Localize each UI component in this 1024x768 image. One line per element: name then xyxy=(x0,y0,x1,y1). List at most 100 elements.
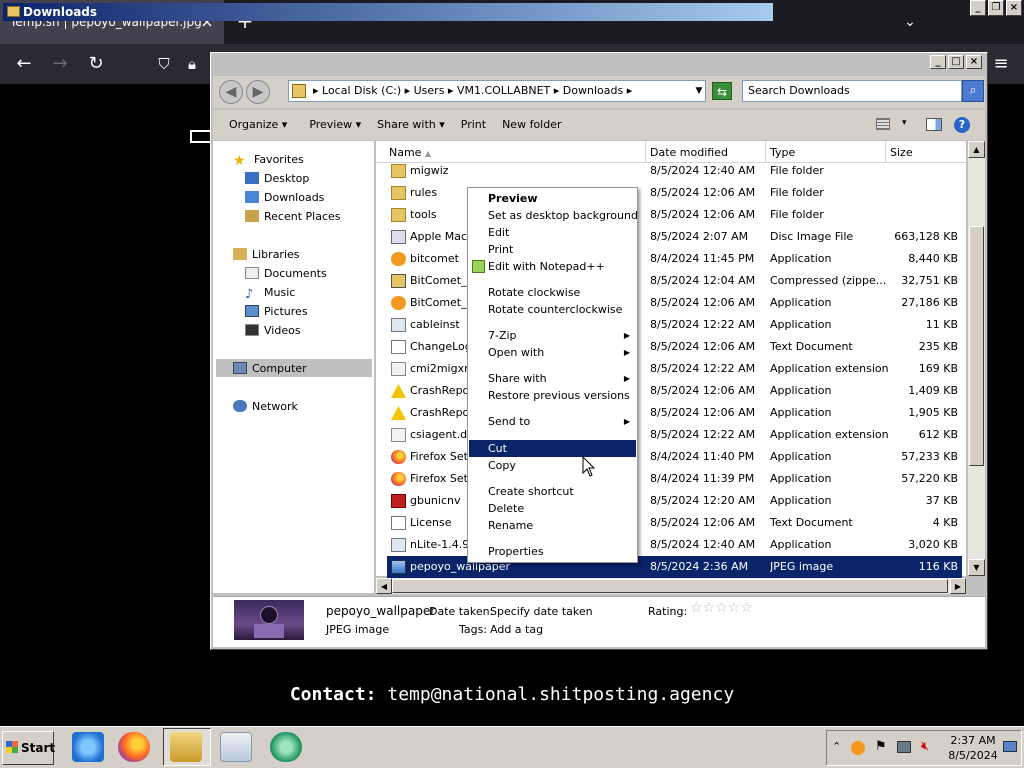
documents-icon xyxy=(245,267,259,279)
scroll-up-button[interactable]: ▲ xyxy=(968,141,985,158)
scroll-down-button[interactable]: ▼ xyxy=(968,559,985,576)
forward-icon[interactable]: → xyxy=(48,52,72,76)
date-taken-value[interactable]: Specify date taken xyxy=(490,605,593,618)
nav-label: Pictures xyxy=(264,305,308,318)
refresh-button[interactable]: ⇆ xyxy=(712,82,732,100)
nav-item-pictures[interactable]: Pictures xyxy=(245,305,308,318)
views-icon[interactable] xyxy=(876,118,890,130)
nav-label: Recent Places xyxy=(264,210,341,223)
address-dropdown-button[interactable]: ▼ xyxy=(692,80,706,102)
forward-button[interactable]: ▶ xyxy=(246,80,270,104)
nav-item-documents[interactable]: Documents xyxy=(245,267,327,280)
preview-pane-icon[interactable] xyxy=(926,118,942,131)
file-date: 8/5/2024 12:04 AM xyxy=(650,274,756,287)
menu-item-edit[interactable]: Edit xyxy=(469,224,636,241)
menu-item-send-to[interactable]: Send to ▶ xyxy=(469,413,636,430)
vertical-scroll-thumb[interactable] xyxy=(969,226,984,466)
back-button[interactable]: ◀ xyxy=(219,80,243,104)
help-icon[interactable]: ? xyxy=(954,117,970,133)
address-breadcrumb[interactable]: ▸ Local Disk (C:) ▸ Users ▸ VM1.COLLABNE… xyxy=(288,80,706,102)
menu-item-restore[interactable]: Restore previous versions xyxy=(469,387,636,404)
nav-item-desktop[interactable]: Desktop xyxy=(245,172,309,185)
tray-expand-icon[interactable]: ⌃ xyxy=(832,740,841,753)
browser-close-button[interactable]: × xyxy=(1006,0,1022,16)
menu-item-edit-notepad[interactable]: Edit with Notepad++ xyxy=(469,258,636,275)
hamburger-menu-icon[interactable]: ≡ xyxy=(990,52,1012,76)
file-size: 4 KB xyxy=(932,516,958,529)
nav-label: Favorites xyxy=(254,153,304,166)
menu-item-share-with[interactable]: Share with ▶ xyxy=(469,370,636,387)
nav-item-favorites[interactable]: ★ Favorites xyxy=(233,153,304,169)
minimize-button[interactable]: _ xyxy=(930,55,946,69)
reload-icon[interactable]: ↻ xyxy=(84,52,108,76)
tags-value[interactable]: Add a tag xyxy=(490,623,543,636)
views-dropdown-button[interactable]: ▾ xyxy=(902,118,907,128)
menu-item-rename[interactable]: Rename xyxy=(469,517,636,534)
file-type: Application xyxy=(770,494,832,507)
back-icon[interactable]: ← xyxy=(12,52,36,76)
contact-email[interactable]: temp@national.shitposting.agency xyxy=(387,684,734,705)
nav-item-downloads[interactable]: Downloads xyxy=(245,191,324,204)
maximize-button[interactable]: □ xyxy=(948,55,964,69)
menu-item-print[interactable]: Print xyxy=(469,241,636,258)
flag-icon[interactable]: ⚑ xyxy=(875,739,887,754)
nav-item-network[interactable]: Network xyxy=(233,400,298,413)
show-desktop-icon[interactable] xyxy=(1003,741,1017,752)
downloads-icon xyxy=(245,191,259,203)
tray-clock[interactable]: 2:37 AM 8/5/2024 xyxy=(944,733,1002,763)
file-date: 8/4/2024 11:39 PM xyxy=(650,472,755,485)
search-input[interactable]: Search Downloads xyxy=(742,80,962,102)
network-tray-icon[interactable] xyxy=(897,741,911,753)
menu-item-properties[interactable]: Properties xyxy=(469,543,636,560)
share-with-button[interactable]: Share with ▾ xyxy=(369,111,453,139)
internet-explorer-icon[interactable] xyxy=(72,732,104,762)
file-type: File folder xyxy=(770,186,824,199)
close-button[interactable]: × xyxy=(966,55,982,69)
preview-button[interactable]: Preview ▾ xyxy=(295,111,369,139)
shield-icon[interactable]: ⛉ xyxy=(152,52,176,76)
tab-list-button[interactable]: ⌄ xyxy=(900,12,920,32)
warning-icon xyxy=(391,406,406,420)
chat-app-icon[interactable] xyxy=(270,732,302,762)
menu-item-delete[interactable]: Delete xyxy=(469,500,636,517)
nav-item-recent-places[interactable]: Recent Places xyxy=(245,210,341,223)
search-icon[interactable]: ⌕ xyxy=(962,80,984,102)
window-title: Downloads xyxy=(23,5,98,19)
browser-minimize-button[interactable]: _ xyxy=(970,0,986,16)
menu-item-preview[interactable]: Preview xyxy=(469,190,636,207)
menu-item-create-shortcut[interactable]: Create shortcut xyxy=(469,483,636,500)
media-player-icon[interactable] xyxy=(220,732,252,762)
menu-item-copy[interactable]: Copy xyxy=(469,457,636,474)
explorer-folder-icon[interactable] xyxy=(170,732,202,762)
scroll-right-button[interactable]: ▶ xyxy=(950,578,966,594)
nav-item-music[interactable]: ♪ Music xyxy=(245,286,295,302)
browser-restore-button[interactable]: ❐ xyxy=(988,0,1004,16)
contact-line: Contact: temp@national.shitposting.agenc… xyxy=(0,684,1024,705)
menu-item-set-background[interactable]: Set as desktop background xyxy=(469,207,638,224)
file-type: Text Document xyxy=(770,516,853,529)
start-label: Start xyxy=(21,741,56,755)
tray-bitcomet-icon[interactable] xyxy=(851,741,865,755)
file-type: Application xyxy=(770,384,832,397)
lock-icon[interactable]: 🔒︎ xyxy=(180,52,204,76)
firefox-icon[interactable] xyxy=(118,732,150,762)
nav-item-videos[interactable]: Videos xyxy=(245,324,301,337)
organize-button[interactable]: Organize ▾ xyxy=(221,111,295,139)
print-button[interactable]: Print xyxy=(453,111,494,139)
nav-item-computer[interactable]: Computer xyxy=(233,362,307,375)
volume-muted-icon[interactable]: 🔇︎ xyxy=(921,739,929,754)
rating-stars[interactable]: ☆☆☆☆☆ xyxy=(690,600,753,616)
file-row[interactable]: migwiz 8/5/2024 12:40 AM File folder xyxy=(387,160,962,182)
scroll-left-button[interactable]: ◀ xyxy=(376,578,392,594)
window-titlebar[interactable]: Downloads xyxy=(3,3,773,21)
menu-item-cut[interactable]: Cut xyxy=(469,440,636,457)
network-icon xyxy=(233,400,247,412)
nav-label: Network xyxy=(252,400,298,413)
menu-item-rotate-ccw[interactable]: Rotate counterclockwise xyxy=(469,301,636,318)
menu-item-7zip[interactable]: 7-Zip ▶ xyxy=(469,327,636,344)
new-folder-button[interactable]: New folder xyxy=(494,111,569,139)
nav-item-libraries[interactable]: Libraries xyxy=(233,248,300,261)
menu-item-rotate-cw[interactable]: Rotate clockwise xyxy=(469,284,636,301)
menu-item-open-with[interactable]: Open with ▶ xyxy=(469,344,636,361)
horizontal-scroll-thumb[interactable] xyxy=(392,579,948,593)
